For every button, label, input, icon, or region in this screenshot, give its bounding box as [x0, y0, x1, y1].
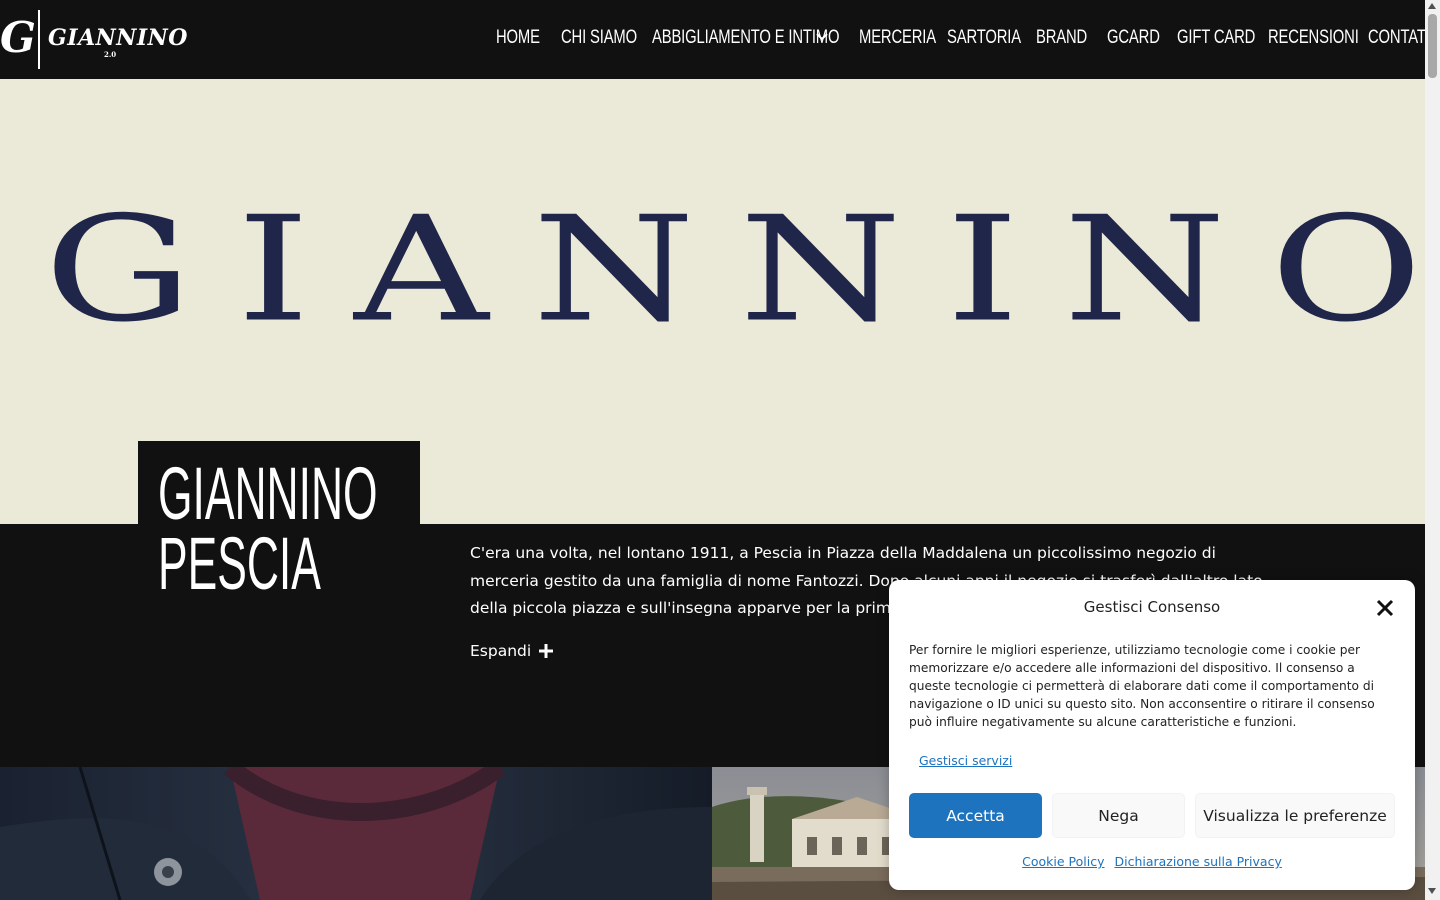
scroll-up-arrow-icon[interactable] [1428, 3, 1436, 9]
view-preferences-button[interactable]: Visualizza le preferenze [1195, 793, 1395, 838]
nav-item-sartoria[interactable]: SARTORIA [947, 24, 1021, 52]
nav-item-gcard[interactable]: GCARD [1107, 24, 1160, 52]
nav-item-home[interactable]: HOME [496, 24, 540, 52]
page-scrollbar[interactable] [1425, 0, 1440, 900]
scroll-down-arrow-icon[interactable] [1428, 888, 1436, 894]
nav-item-brand[interactable]: BRAND [1036, 24, 1087, 52]
accept-button[interactable]: Accetta [909, 793, 1042, 838]
expand-button[interactable]: Espandi [470, 640, 554, 662]
nav-item-gift-card[interactable]: GIFT CARD [1177, 24, 1255, 52]
close-icon[interactable] [1375, 598, 1395, 618]
page-title-line-1: GIANNINO [158, 452, 378, 535]
cookie-policy-link[interactable]: Cookie Policy [1022, 854, 1104, 869]
consent-message: Per fornire le migliori esperienze, util… [909, 643, 1375, 729]
chevron-down-icon[interactable] [815, 32, 829, 42]
photo-man-in-jacket [0, 767, 712, 900]
logo-divider [38, 10, 40, 69]
consent-doc-links: Cookie Policy Dichiarazione sulla Privac… [889, 853, 1415, 871]
site-header: G GIANNINO 2.0 HOME CHI SIAMO ABBIGLIAME… [0, 0, 1439, 79]
logo-version: 2.0 [104, 50, 117, 59]
cookie-consent-dialog: Gestisci Consenso Per fornire le miglior… [889, 580, 1415, 890]
nav-item-recensioni[interactable]: RECENSIONI [1268, 24, 1359, 52]
nav-item-abbigliamento-e-intimo[interactable]: ABBIGLIAMENTO E INTIMO [652, 24, 840, 52]
site-logo[interactable]: G GIANNINO 2.0 [0, 10, 187, 70]
manage-services-link[interactable]: Gestisci servizi [919, 752, 1012, 770]
hero-wordmark: GIANNINO [44, 184, 1425, 354]
deny-button[interactable]: Nega [1052, 793, 1185, 838]
page-title-line-2: PESCIA [158, 522, 321, 605]
expand-label: Espandi [470, 642, 532, 660]
nav-item-merceria[interactable]: MERCERIA [859, 24, 936, 52]
scrollbar-thumb[interactable] [1428, 14, 1437, 78]
plus-icon [539, 644, 554, 658]
consent-title: Gestisci Consenso [1083, 598, 1221, 616]
nav-item-chi-siamo[interactable]: CHI SIAMO [561, 24, 637, 52]
page-title-box: GIANNINO PESCIA [138, 441, 420, 604]
logo-mark: G [0, 13, 36, 62]
logo-wordmark: GIANNINO [48, 25, 188, 51]
privacy-statement-link[interactable]: Dichiarazione sulla Privacy [1114, 854, 1281, 869]
